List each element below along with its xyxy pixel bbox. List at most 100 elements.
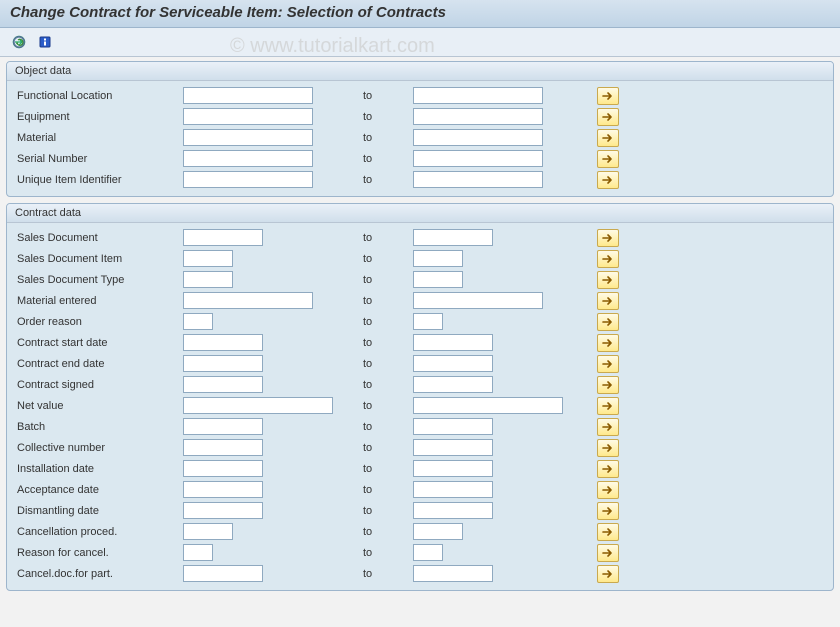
multiple-selection-button[interactable] (597, 108, 619, 126)
multiple-selection-button[interactable] (597, 481, 619, 499)
selection-row: Dismantling dateto (13, 500, 827, 521)
to-label: to (363, 505, 413, 517)
to-input[interactable] (413, 313, 443, 330)
to-input[interactable] (413, 87, 543, 104)
to-input[interactable] (413, 376, 493, 393)
multiple-selection-button[interactable] (597, 460, 619, 478)
to-label: to (363, 463, 413, 475)
from-input[interactable] (183, 376, 263, 393)
to-label: to (363, 253, 413, 265)
to-input[interactable] (413, 129, 543, 146)
from-input[interactable] (183, 129, 313, 146)
multiple-selection-button[interactable] (597, 439, 619, 457)
multiple-selection-button[interactable] (597, 271, 619, 289)
field-label: Serial Number (13, 153, 183, 165)
to-input[interactable] (413, 334, 493, 351)
to-input[interactable] (413, 481, 493, 498)
multiple-selection-button[interactable] (597, 171, 619, 189)
to-input[interactable] (413, 460, 493, 477)
from-input[interactable] (183, 87, 313, 104)
from-input[interactable] (183, 418, 263, 435)
from-input[interactable] (183, 439, 263, 456)
multiple-selection-button[interactable] (597, 129, 619, 147)
from-input[interactable] (183, 250, 233, 267)
from-input[interactable] (183, 523, 233, 540)
to-input[interactable] (413, 292, 543, 309)
to-input[interactable] (413, 544, 443, 561)
to-input[interactable] (413, 439, 493, 456)
to-input[interactable] (413, 565, 493, 582)
from-input[interactable] (183, 313, 213, 330)
multiple-selection-button[interactable] (597, 334, 619, 352)
field-label: Contract signed (13, 379, 183, 391)
to-input[interactable] (413, 523, 463, 540)
from-input[interactable] (183, 292, 313, 309)
to-label: to (363, 132, 413, 144)
from-input[interactable] (183, 397, 333, 414)
to-label: to (363, 153, 413, 165)
field-label: Acceptance date (13, 484, 183, 496)
to-input[interactable] (413, 355, 493, 372)
multiple-selection-button[interactable] (597, 523, 619, 541)
multiple-selection-button[interactable] (597, 502, 619, 520)
from-input[interactable] (183, 271, 233, 288)
arrow-right-icon (602, 548, 614, 558)
arrow-right-icon (602, 401, 614, 411)
content-area: Object data Functional LocationtoEquipme… (0, 57, 840, 601)
to-label: to (363, 547, 413, 559)
multiple-selection-button[interactable] (597, 229, 619, 247)
multiple-selection-button[interactable] (597, 397, 619, 415)
to-input[interactable] (413, 418, 493, 435)
execute-button[interactable] (8, 31, 30, 53)
from-input[interactable] (183, 229, 263, 246)
multiple-selection-button[interactable] (597, 544, 619, 562)
to-input[interactable] (413, 171, 543, 188)
field-label: Unique Item Identifier (13, 174, 183, 186)
to-input[interactable] (413, 502, 493, 519)
arrow-right-icon (602, 91, 614, 101)
selection-row: Contract start dateto (13, 332, 827, 353)
selection-row: Batchto (13, 416, 827, 437)
arrow-right-icon (602, 380, 614, 390)
field-label: Cancellation proced. (13, 526, 183, 538)
from-input[interactable] (183, 171, 313, 188)
multiple-selection-button[interactable] (597, 150, 619, 168)
from-input[interactable] (183, 355, 263, 372)
field-label: Equipment (13, 111, 183, 123)
selection-row: Serial Number to (13, 148, 827, 169)
to-input[interactable] (413, 150, 543, 167)
group-body-contract-data: Sales DocumenttoSales Document ItemtoSal… (7, 223, 833, 590)
multiple-selection-button[interactable] (597, 355, 619, 373)
info-button[interactable] (34, 31, 56, 53)
to-label: to (363, 568, 413, 580)
multiple-selection-button[interactable] (597, 418, 619, 436)
multiple-selection-button[interactable] (597, 565, 619, 583)
to-input[interactable] (413, 250, 463, 267)
arrow-right-icon (602, 112, 614, 122)
to-label: to (363, 379, 413, 391)
to-input[interactable] (413, 271, 463, 288)
field-label: Batch (13, 421, 183, 433)
selection-row: Order reasonto (13, 311, 827, 332)
from-input[interactable] (183, 544, 213, 561)
to-input[interactable] (413, 108, 543, 125)
to-input[interactable] (413, 397, 563, 414)
to-input[interactable] (413, 229, 493, 246)
multiple-selection-button[interactable] (597, 250, 619, 268)
group-contract-data: Contract data Sales DocumenttoSales Docu… (6, 203, 834, 591)
arrow-right-icon (602, 443, 614, 453)
from-input[interactable] (183, 481, 263, 498)
from-input[interactable] (183, 502, 263, 519)
from-input[interactable] (183, 565, 263, 582)
multiple-selection-button[interactable] (597, 376, 619, 394)
group-header-object-data: Object data (7, 62, 833, 81)
field-label: Installation date (13, 463, 183, 475)
multiple-selection-button[interactable] (597, 313, 619, 331)
from-input[interactable] (183, 460, 263, 477)
multiple-selection-button[interactable] (597, 292, 619, 310)
from-input[interactable] (183, 334, 263, 351)
from-input[interactable] (183, 150, 313, 167)
multiple-selection-button[interactable] (597, 87, 619, 105)
field-label: Material entered (13, 295, 183, 307)
from-input[interactable] (183, 108, 313, 125)
